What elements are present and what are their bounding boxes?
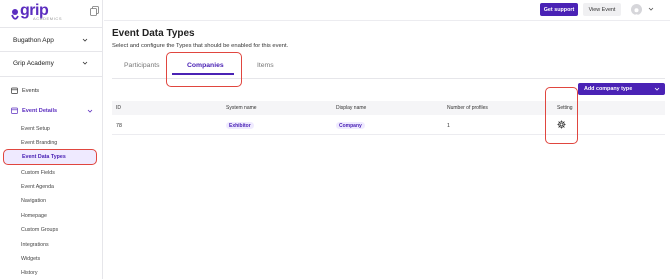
highlight-box <box>166 52 242 87</box>
page-subtitle: Select and configure the Types that shou… <box>112 43 289 49</box>
sidebar-item-label: Event Data Types <box>22 154 66 160</box>
nav-item-label: Events <box>22 87 40 94</box>
get-support-button[interactable]: Get support <box>540 3 578 16</box>
copy-icon[interactable] <box>90 6 99 16</box>
chevron-down-icon <box>82 38 88 42</box>
sidebar-item-event-data-types[interactable]: Event Data Types <box>3 149 97 165</box>
divider <box>0 27 103 28</box>
sidebar-item-custom-groups[interactable]: Custom Groups <box>3 223 97 236</box>
divider <box>0 76 103 77</box>
sidebar-item-label: Widgets <box>21 255 41 262</box>
app-selector[interactable]: Bugathon App <box>8 32 94 48</box>
sidebar-item-label: Event Setup <box>21 125 50 132</box>
nav-section-label: Event Details <box>22 107 58 114</box>
display-name-badge: Company <box>336 122 365 129</box>
chevron-down-icon[interactable] <box>648 6 654 12</box>
app-selector-label: Bugathon App <box>13 36 54 44</box>
view-event-button[interactable]: View Event <box>583 3 621 16</box>
add-company-type-button[interactable]: Add company type <box>578 83 665 95</box>
divider <box>0 51 103 52</box>
sidebar-item-widgets[interactable]: Widgets <box>3 252 97 265</box>
nav-section-event-details[interactable]: Event Details <box>8 104 98 117</box>
highlight-box <box>545 87 578 144</box>
sidebar-item-event-agenda[interactable]: Event Agenda <box>3 180 97 193</box>
column-header-profiles: Number of profiles <box>447 105 488 111</box>
academy-selector[interactable]: Grip Academy <box>8 55 94 71</box>
column-header-system-name: System name <box>226 105 257 111</box>
sidebar-item-homepage[interactable]: Homepage <box>3 209 97 222</box>
sidebar-item-integrations[interactable]: Integrations <box>3 238 97 251</box>
column-header-display-name: Display name <box>336 105 367 111</box>
page-title: Event Data Types <box>112 28 195 39</box>
sidebar-item-label: Integrations <box>21 241 49 248</box>
sidebar-item-label: Event Agenda <box>21 183 54 190</box>
sidebar-item-label: History <box>21 269 38 276</box>
sidebar-item-label: Custom Fields <box>21 169 55 176</box>
calendar-icon <box>11 107 18 114</box>
chevron-down-icon <box>87 109 93 113</box>
table-row[interactable]: 78 Exhibitor Company 1 <box>112 115 665 135</box>
divider <box>104 20 670 21</box>
system-name-badge: Exhibitor <box>226 122 254 129</box>
avatar[interactable] <box>631 4 642 15</box>
sidebar-item-label: Custom Groups <box>21 226 59 233</box>
chevron-down-icon <box>654 87 660 91</box>
sidebar-item-custom-fields[interactable]: Custom Fields <box>3 166 97 179</box>
sidebar: grip ACADEMICS Bugathon App Grip Academy… <box>0 0 103 279</box>
table-header: ID System name Display name Number of pr… <box>112 101 665 115</box>
chevron-down-icon <box>82 61 88 65</box>
sidebar-item-event-branding[interactable]: Event Branding <box>3 136 97 149</box>
sidebar-item-history[interactable]: History <box>3 266 97 279</box>
tab-items[interactable]: Items <box>257 62 274 69</box>
nav-item-events[interactable]: Events <box>8 84 98 97</box>
sidebar-item-label: Navigation <box>21 197 47 204</box>
add-company-type-label: Add company type <box>584 86 633 92</box>
user-icon <box>634 8 639 15</box>
cell-id: 78 <box>116 123 122 129</box>
cell-profiles: 1 <box>447 123 450 129</box>
calendar-icon <box>11 87 18 94</box>
sidebar-item-event-setup[interactable]: Event Setup <box>3 122 97 135</box>
logo-subtext: ACADEMICS <box>33 16 63 21</box>
tab-participants[interactable]: Participants <box>124 62 160 69</box>
academy-selector-label: Grip Academy <box>13 59 54 67</box>
sidebar-item-label: Event Branding <box>21 139 58 146</box>
sidebar-item-label: Homepage <box>21 212 47 219</box>
column-header-id: ID <box>116 105 121 111</box>
sidebar-item-navigation[interactable]: Navigation <box>3 194 97 207</box>
